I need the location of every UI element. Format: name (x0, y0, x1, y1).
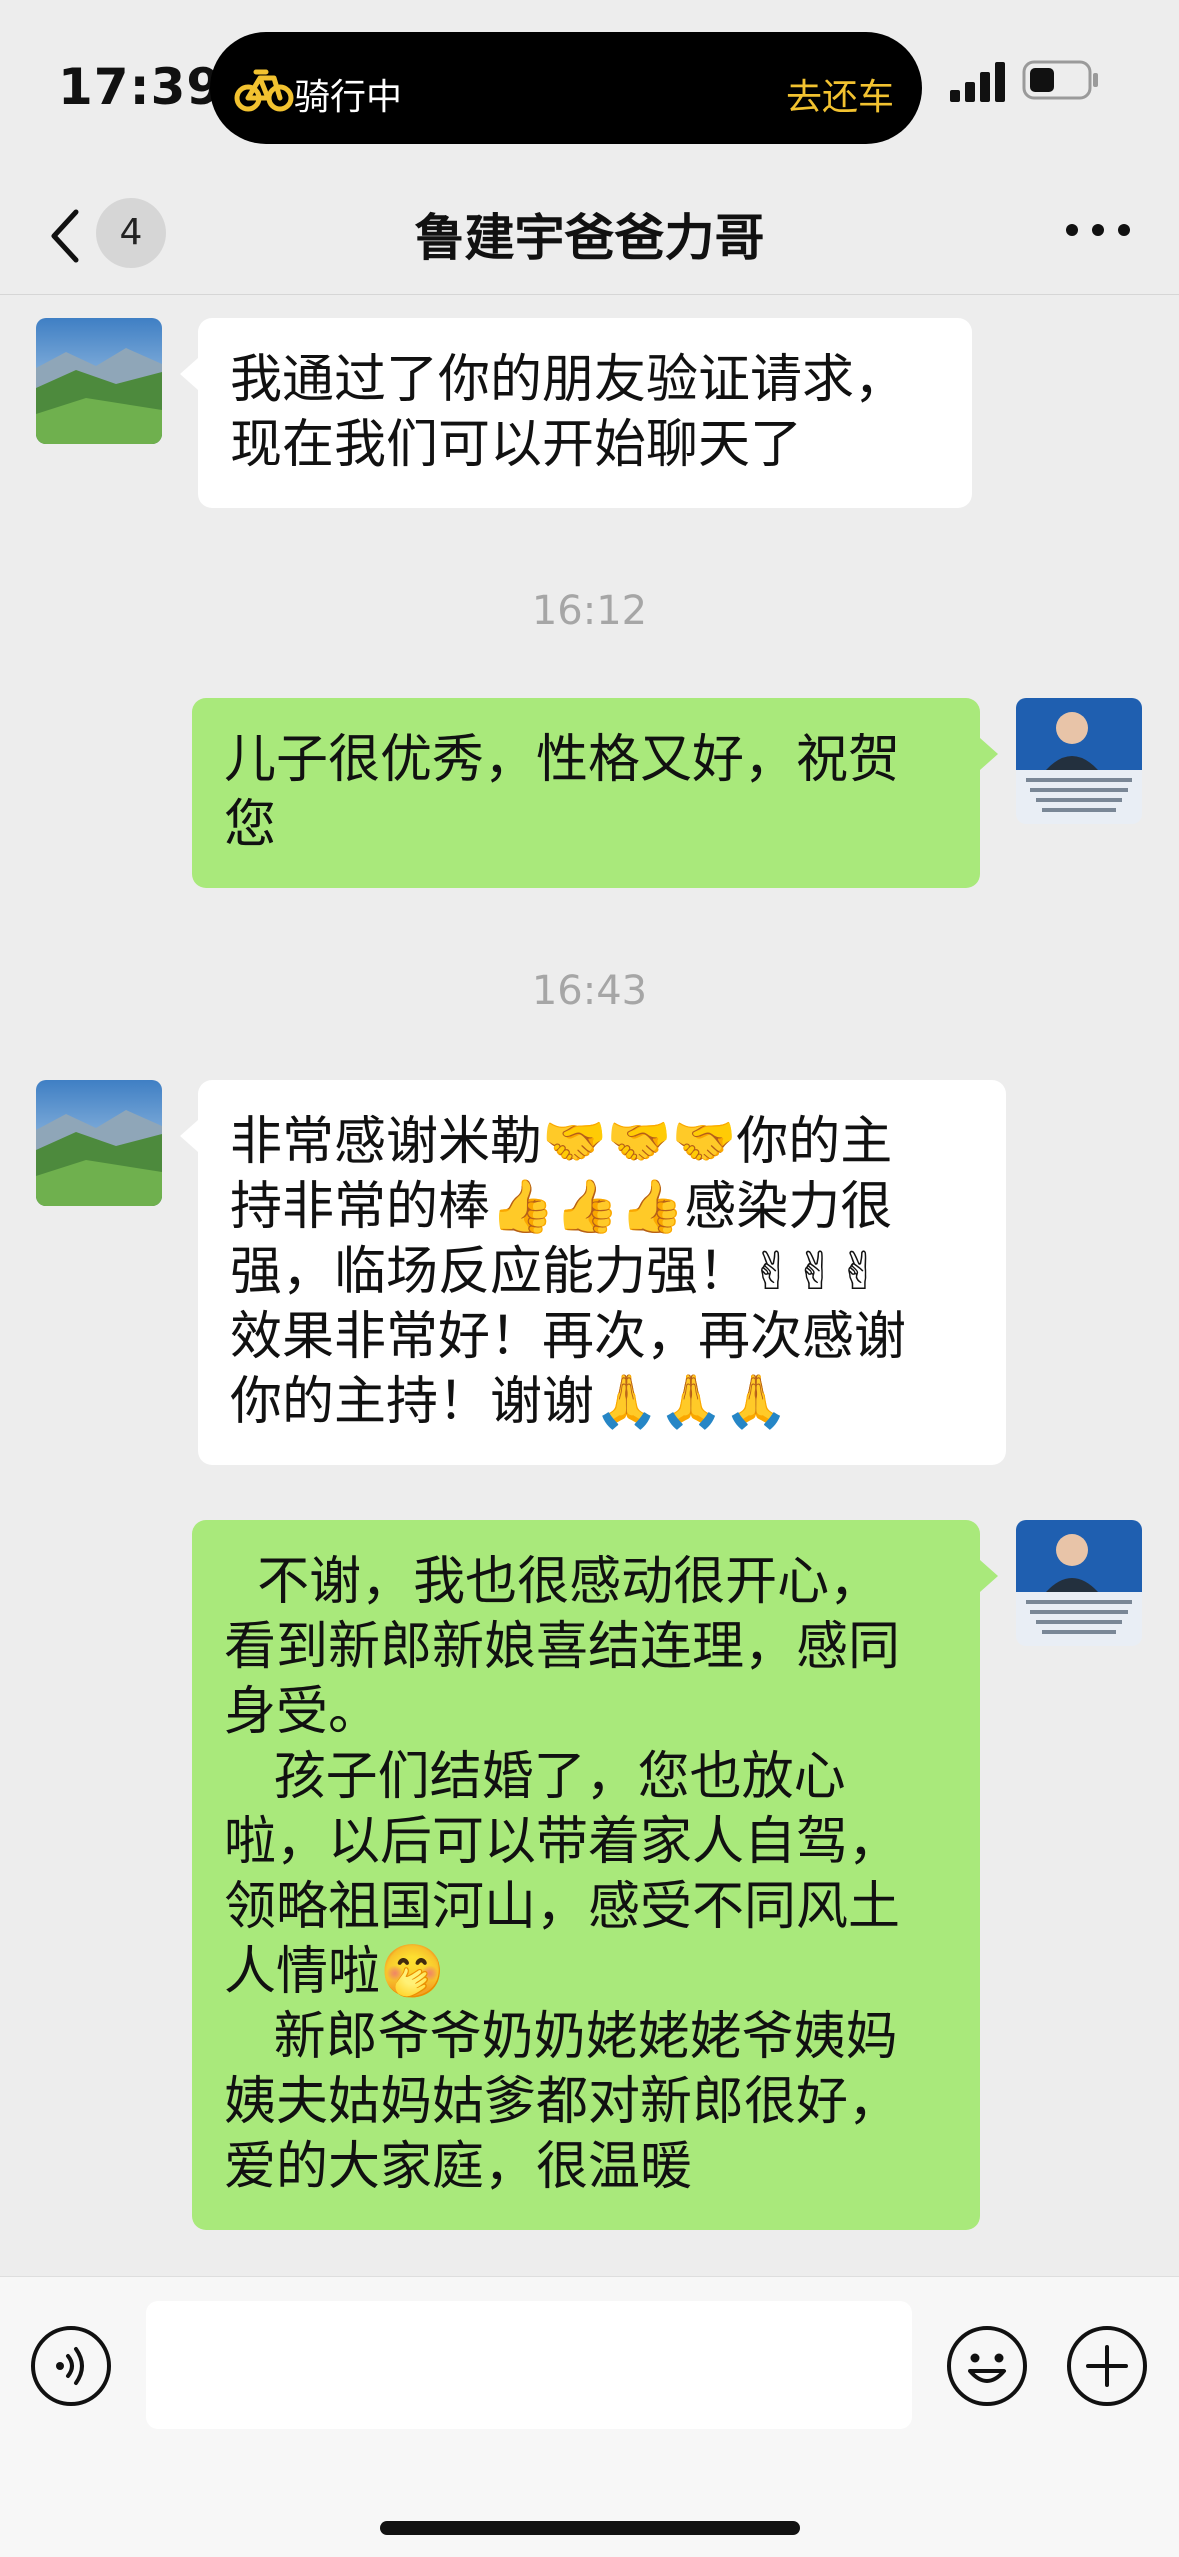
message-bubble-outgoing[interactable]: 不谢，我也很感动很开心， 看到新郎新娘喜结连理，感同 身受。 孩子们结婚了，您也… (192, 1520, 998, 2230)
message-input[interactable] (146, 2301, 912, 2429)
signal-icon (950, 62, 1005, 102)
bicycle-icon (234, 69, 294, 112)
input-bar (0, 2276, 1179, 2557)
message-timestamp: 16:12 (531, 588, 648, 634)
status-bar: 17:39 骑行中 去还车 (0, 0, 1179, 170)
voice-icon[interactable] (30, 2325, 112, 2407)
message-bubble-incoming[interactable]: 非常感谢米勒🤝🤝🤝你的主 持非常的棒👍👍👍感染力很 强，临场反应能力强！✌✌✌ … (180, 1080, 1006, 1465)
my-avatar[interactable] (1016, 698, 1142, 824)
battery-icon (1022, 60, 1098, 100)
contact-avatar[interactable] (36, 1080, 162, 1206)
dynamic-island[interactable]: 骑行中 去还车 (210, 32, 922, 144)
chat-header: 4 鲁建宇爸爸力哥 (0, 170, 1179, 295)
chevron-left-icon (51, 209, 79, 263)
message-timestamp: 16:43 (531, 968, 648, 1014)
home-indicator (380, 2521, 800, 2535)
more-dots-icon[interactable] (1058, 200, 1138, 260)
contact-avatar[interactable] (36, 318, 162, 444)
unread-count-badge: 4 (96, 198, 166, 268)
message-bubble-incoming[interactable]: 我通过了你的朋友验证请求， 现在我们可以开始聊天了 (180, 318, 972, 508)
status-time: 17:39 (58, 58, 223, 116)
back-button[interactable]: 4 (40, 194, 180, 272)
my-avatar[interactable] (1016, 1520, 1142, 1646)
message-bubble-outgoing[interactable]: 儿子很优秀，性格又好，祝贺 您 (192, 698, 998, 888)
activity-label: 骑行中 (294, 77, 403, 118)
plus-icon[interactable] (1066, 2325, 1148, 2407)
emoji-icon[interactable] (946, 2325, 1028, 2407)
return-bike-action[interactable]: 去还车 (786, 68, 894, 120)
